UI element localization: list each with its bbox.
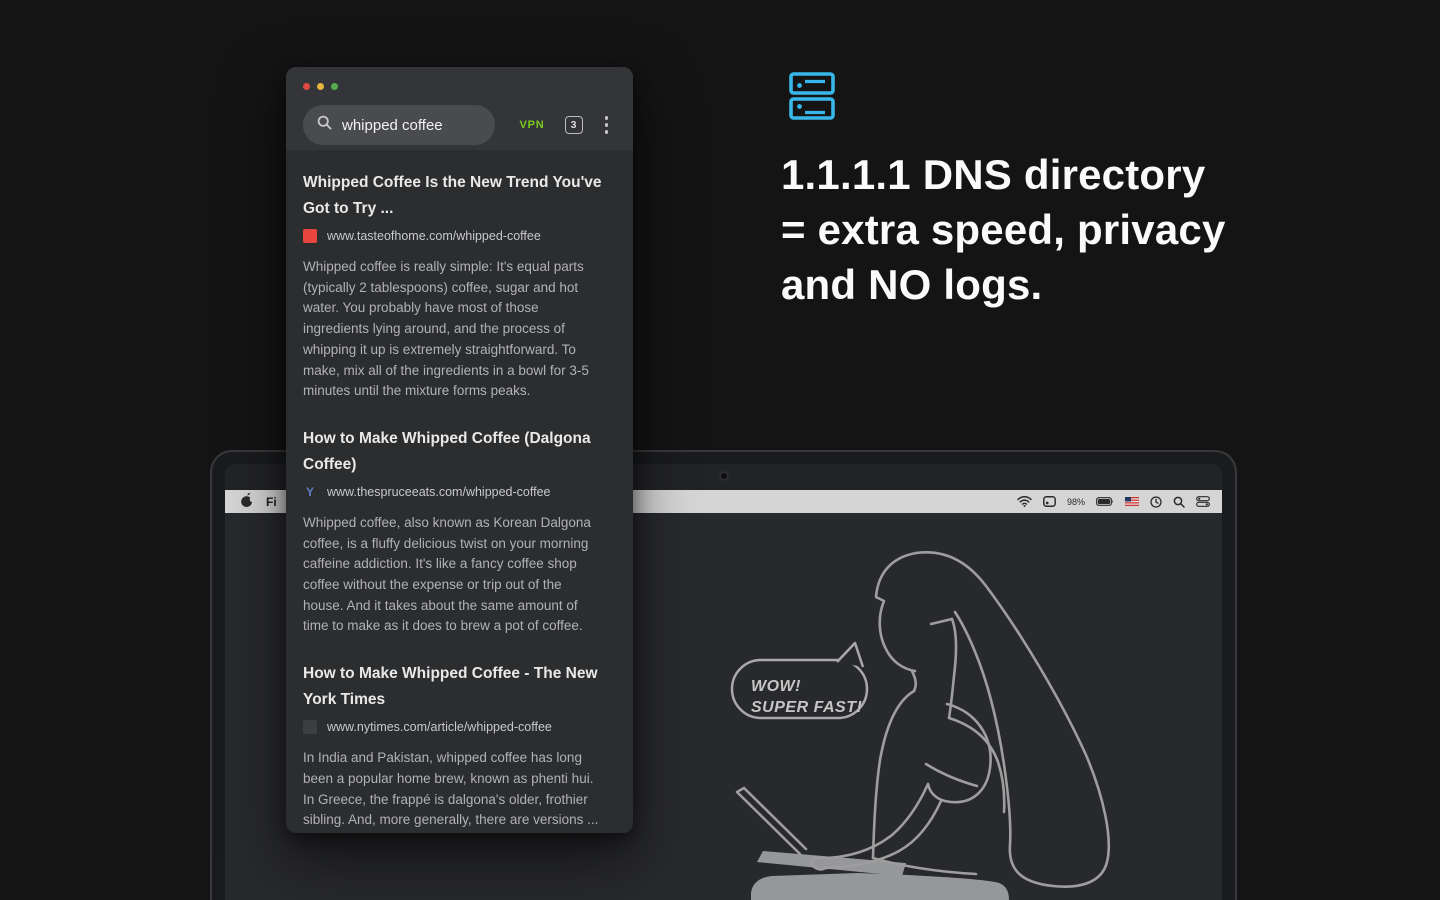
menubar-app-name[interactable]: Fi bbox=[266, 495, 277, 509]
hero-heading-line-1: 1.1.1.1 DNS directory bbox=[781, 151, 1206, 198]
neck-line bbox=[910, 669, 918, 693]
us-flag-icon[interactable] bbox=[1125, 497, 1139, 506]
battery-icon[interactable] bbox=[1096, 497, 1114, 506]
control-center-icon[interactable] bbox=[1196, 496, 1210, 507]
vpn-badge[interactable]: VPN bbox=[519, 119, 544, 131]
laptop-deck-shape bbox=[757, 851, 906, 876]
search-result-2: How to Make Whipped Coffee (Dalgona Coff… bbox=[303, 426, 620, 637]
popup-header: VPN 3 bbox=[286, 67, 633, 150]
search-results-list: Whipped Coffee Is the New Trend You've G… bbox=[286, 150, 633, 831]
result-url-row[interactable]: www.nytimes.com/article/whipped-coffee bbox=[303, 719, 620, 735]
dns-servers-icon bbox=[789, 72, 837, 127]
result-url: www.thespruceeats.com/whipped-coffee bbox=[327, 484, 551, 499]
search-toolbar: VPN 3 bbox=[303, 105, 616, 145]
hair-strand bbox=[947, 617, 958, 720]
result-url: www.nytimes.com/article/whipped-coffee bbox=[327, 720, 552, 735]
search-icon bbox=[317, 115, 332, 135]
tasteofhome-favicon bbox=[303, 229, 317, 243]
bubble-line-1: WOW! bbox=[751, 678, 801, 695]
result-title[interactable]: How to Make Whipped Coffee (Dalgona Coff… bbox=[303, 426, 605, 478]
hero-heading: 1.1.1.1 DNS directory = extra speed, pri… bbox=[781, 147, 1281, 312]
bubble-line-2: SUPER FAST! bbox=[751, 699, 862, 716]
beanbag-shape bbox=[751, 873, 1009, 900]
result-description: Whipped coffee is really simple: It's eq… bbox=[303, 259, 589, 399]
brow-line bbox=[929, 617, 954, 626]
webcam-dot bbox=[720, 473, 727, 479]
zoom-window-button[interactable] bbox=[331, 83, 338, 90]
tab-counter-button[interactable]: 3 bbox=[564, 116, 583, 134]
apple-logo-icon[interactable] bbox=[240, 492, 255, 511]
sleeve-hem bbox=[924, 762, 979, 788]
face-outline bbox=[874, 551, 918, 673]
close-window-button[interactable] bbox=[303, 83, 310, 90]
clock-icon[interactable] bbox=[1150, 495, 1162, 508]
hero-heading-line-2: = extra speed, privacy bbox=[781, 206, 1226, 253]
window-controls bbox=[303, 83, 616, 90]
result-title[interactable]: How to Make Whipped Coffee - The New Yor… bbox=[303, 661, 605, 713]
battery-percent-label: 98% bbox=[1066, 496, 1085, 507]
thespruceeats-favicon: Y bbox=[305, 484, 314, 499]
wifi-icon[interactable] bbox=[1017, 496, 1032, 507]
page-background: Fi 98% WOW! SUPER FAST! 1.1.1.1 DNS dire… bbox=[0, 0, 1440, 900]
result-description: Whipped coffee, also known as Korean Dal… bbox=[303, 514, 591, 634]
shoulder-line bbox=[947, 716, 1006, 814]
nytimes-favicon bbox=[303, 720, 317, 735]
hero-heading-line-3: and NO logs. bbox=[781, 261, 1043, 308]
search-input[interactable] bbox=[342, 116, 482, 134]
sleeve-outline bbox=[926, 702, 992, 804]
result-title[interactable]: Whipped Coffee Is the New Trend You've G… bbox=[303, 170, 605, 222]
kebab-menu-icon[interactable] bbox=[603, 114, 611, 136]
search-result-3: How to Make Whipped Coffee - The New Yor… bbox=[303, 661, 620, 831]
minimize-window-button[interactable] bbox=[317, 83, 324, 90]
display-icon[interactable] bbox=[1043, 496, 1056, 507]
search-result-1: Whipped Coffee Is the New Trend You've G… bbox=[303, 170, 620, 402]
search-field[interactable] bbox=[303, 105, 495, 145]
result-url: www.tasteofhome.com/whipped-coffee bbox=[327, 229, 541, 243]
result-url-row[interactable]: Y www.thespruceeats.com/whipped-coffee bbox=[303, 484, 620, 500]
browser-search-popup: VPN 3 Whipped Coffee Is the New Trend Yo… bbox=[286, 67, 633, 833]
laptop-lineart bbox=[735, 786, 808, 856]
spotlight-icon[interactable] bbox=[1173, 496, 1185, 508]
hair-outline bbox=[914, 551, 1111, 888]
result-url-row[interactable]: www.tasteofhome.com/whipped-coffee bbox=[303, 228, 620, 244]
result-description: In India and Pakistan, whipped coffee ha… bbox=[303, 750, 599, 828]
